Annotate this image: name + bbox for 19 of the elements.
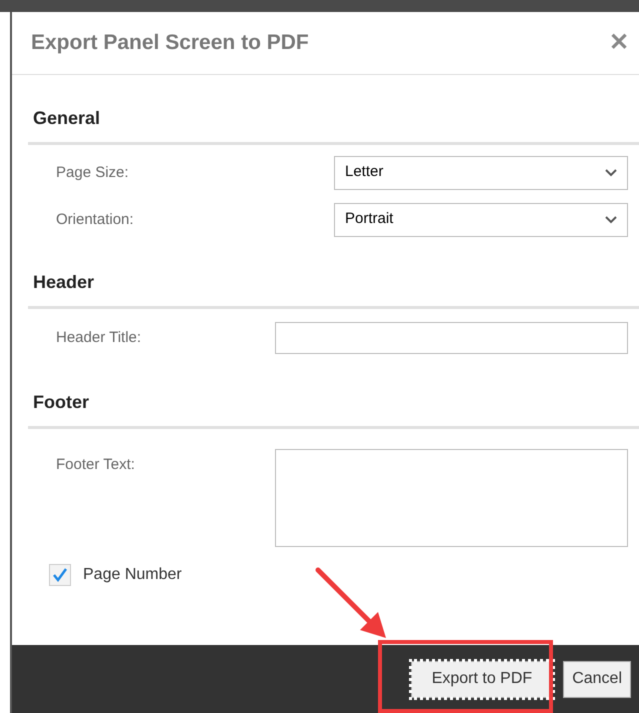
chevron-down-icon (605, 216, 617, 224)
field-label: Footer Text: (56, 456, 135, 473)
chevron-down-icon (605, 168, 617, 176)
input-field[interactable] (275, 322, 628, 354)
section-heading: Header (33, 272, 94, 292)
dropdown-field[interactable]: Portrait (334, 202, 628, 236)
text-area[interactable] (275, 449, 628, 547)
checkbox-label: Page Number (83, 565, 182, 585)
close-button[interactable]: ✕ (609, 25, 629, 61)
export-button[interactable]: Export to PDF (410, 660, 554, 698)
section-heading: Footer (33, 392, 89, 412)
field-label: Page Size: (56, 164, 129, 180)
section-heading: General (33, 108, 100, 128)
cancel-button[interactable]: Cancel (563, 660, 631, 698)
field-label: Orientation: (56, 210, 134, 228)
dropdown-field[interactable]: Letter (334, 156, 628, 190)
dialog-title: Export Panel Screen to PDF (31, 30, 309, 56)
field-label: Header Title: (56, 329, 142, 346)
page-number-checkbox[interactable] (49, 564, 71, 586)
